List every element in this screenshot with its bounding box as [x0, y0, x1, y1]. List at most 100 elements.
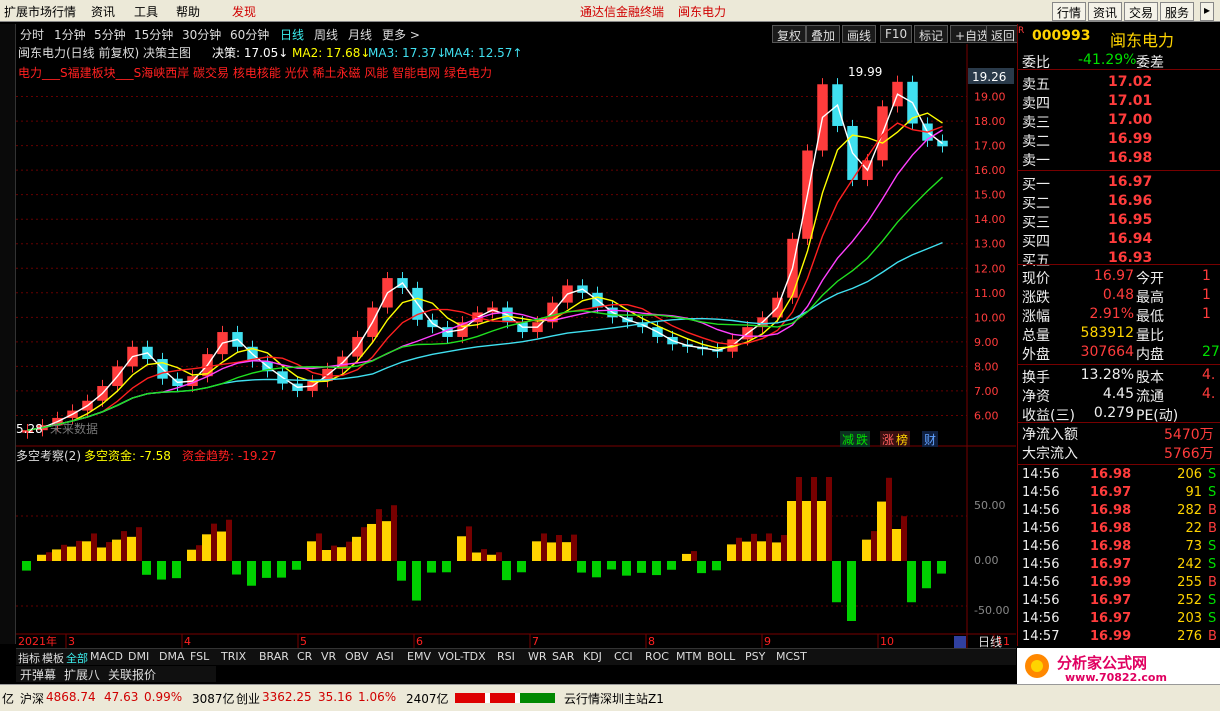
draw-button[interactable]: 画线	[842, 25, 877, 43]
indicator-bar	[592, 561, 601, 578]
badge-finance[interactable]: 财	[924, 433, 936, 447]
stat-label2: 最低	[1136, 309, 1164, 325]
indicator-tab[interactable]: MACD	[90, 650, 123, 663]
time-axis-period[interactable]: 日线	[978, 635, 1002, 649]
bid-price[interactable]: 16.96	[1108, 193, 1152, 209]
period-15m[interactable]: 15分钟	[134, 26, 173, 43]
indicator-tab[interactable]: MCST	[776, 650, 807, 663]
promo-stock[interactable]: 闽东电力	[678, 3, 726, 20]
month-label: 3	[68, 635, 75, 648]
indicator-tab[interactable]: VOL-TDX	[438, 650, 486, 663]
weibi-value: -41.29%	[1078, 52, 1137, 68]
trend-area	[481, 549, 487, 561]
indicator-tab[interactable]: ROC	[645, 650, 669, 663]
period-60m[interactable]: 60分钟	[230, 26, 269, 43]
price-axis-label: 11.00	[974, 287, 1006, 300]
danmaku-tab[interactable]: 开弹幕	[20, 666, 56, 683]
menu-item-help[interactable]: 帮助	[176, 3, 200, 20]
indicator-tab[interactable]: CCI	[614, 650, 633, 663]
ask-price[interactable]: 17.02	[1108, 74, 1152, 90]
tick-volume: 255	[1177, 575, 1202, 590]
period-30m[interactable]: 30分钟	[182, 26, 221, 43]
mark-button[interactable]: 标记	[914, 25, 949, 43]
indicator-tab[interactable]: WR	[528, 650, 547, 663]
related-quote-tab[interactable]: 关联报价	[108, 666, 156, 683]
indicator-tab[interactable]: RSI	[497, 650, 515, 663]
stat-value2: 1	[1202, 306, 1211, 322]
logo-text: 分析家公式网	[1057, 654, 1147, 672]
sys-button-quote[interactable]: 行情	[1052, 2, 1087, 21]
server-name[interactable]: 云行情深圳主站Z1	[564, 690, 664, 707]
trend-area	[91, 533, 97, 561]
ask-price[interactable]: 16.99	[1108, 131, 1152, 147]
stat-label: 现价	[1022, 271, 1050, 287]
cy-label[interactable]: 创业	[236, 690, 260, 707]
indicator-tab[interactable]: TRIX	[221, 650, 246, 663]
indicator-tab[interactable]: SAR	[552, 650, 574, 663]
indicator-tab[interactable]: DMA	[159, 650, 185, 663]
menu-item-news[interactable]: 资讯	[91, 3, 115, 20]
indicator-bar	[547, 542, 556, 561]
period-tick[interactable]: 分时	[20, 26, 44, 43]
sys-button-news[interactable]: 资讯	[1088, 2, 1123, 21]
period-more[interactable]: 更多 >	[382, 26, 420, 43]
indicator-tab[interactable]: VR	[321, 650, 336, 663]
bid-price[interactable]: 16.94	[1108, 231, 1152, 247]
indicator-tab[interactable]: OBV	[345, 650, 368, 663]
trend-area	[736, 537, 742, 561]
bid-price[interactable]: 16.97	[1108, 174, 1152, 190]
scroll-right-icon[interactable]: ▸	[1200, 2, 1215, 21]
indicator-tab[interactable]: 全部	[66, 650, 88, 666]
menu-item-discover[interactable]: 发现	[232, 3, 256, 20]
concept-tags[interactable]: 电力___S福建板块___S海峡西岸 碳交易 核电核能 光伏 稀土永磁 风能 智…	[18, 65, 492, 80]
ask-price[interactable]: 17.01	[1108, 93, 1152, 109]
indicator-tab[interactable]: CR	[297, 650, 312, 663]
indicator-tab[interactable]: PSY	[745, 650, 765, 663]
badge-reduce[interactable]: 减	[842, 433, 854, 447]
indicator-tab[interactable]: 指标	[18, 650, 40, 666]
indicator-bars	[22, 477, 946, 621]
ma4-value: MA4: 12.57↑	[444, 46, 522, 60]
period-daily[interactable]: 日线	[280, 26, 304, 43]
period-monthly[interactable]: 月线	[348, 26, 372, 43]
back-button[interactable]: 返回	[986, 25, 1021, 43]
menu-item-tools[interactable]: 工具	[134, 3, 158, 20]
adjust-button[interactable]: 复权	[772, 25, 807, 43]
ask-price[interactable]: 16.98	[1108, 150, 1152, 166]
period-weekly[interactable]: 周线	[314, 26, 338, 43]
sh-label[interactable]: 沪深	[20, 690, 44, 707]
ext8-tab[interactable]: 扩展八	[64, 666, 100, 683]
indicator-tab[interactable]: BRAR	[259, 650, 289, 663]
trend-area	[691, 551, 697, 561]
period-1m[interactable]: 1分钟	[54, 26, 86, 43]
overlay-button[interactable]: 叠加	[806, 25, 841, 43]
trend-area	[496, 552, 502, 561]
badge-rank[interactable]: 榜	[896, 432, 908, 447]
decision-value: 决策: 17.05↓	[212, 46, 288, 60]
indicator-tab[interactable]: DMI	[128, 650, 149, 663]
kline-chart[interactable]: 闽东电力(日线 前复权) 决策主图 决策: 17.05↓ MA2: 17.68↓…	[16, 44, 1016, 656]
indicator-tab[interactable]: BOLL	[707, 650, 735, 663]
ask-price[interactable]: 17.00	[1108, 112, 1152, 128]
indicator-tab[interactable]: KDJ	[583, 650, 602, 663]
indicator-name: 多空考察(2)	[16, 449, 81, 463]
sys-button-trade[interactable]: 交易	[1124, 2, 1159, 21]
tick-volume: 242	[1177, 557, 1202, 572]
period-5m[interactable]: 5分钟	[94, 26, 126, 43]
indicator-tab[interactable]: FSL	[190, 650, 209, 663]
indicator-bar	[37, 554, 46, 561]
sys-button-service[interactable]: 服务	[1160, 2, 1195, 21]
menu-item-extended[interactable]: 扩展市场行情	[4, 3, 76, 20]
indicator-bar	[757, 541, 766, 561]
stat-label: 换手	[1022, 370, 1050, 386]
bid-price[interactable]: 16.95	[1108, 212, 1152, 228]
indicator-tab[interactable]: MTM	[676, 650, 702, 663]
sh-index: 4868.74	[46, 690, 96, 704]
indicator-tab[interactable]: ASI	[376, 650, 394, 663]
f10-button[interactable]: F10	[880, 25, 913, 43]
indicator-tab[interactable]: 模板	[42, 650, 64, 666]
tick-time: 14:56	[1022, 467, 1060, 482]
badge-fall[interactable]: 跌	[856, 432, 868, 447]
indicator-tab[interactable]: EMV	[407, 650, 431, 663]
badge-rise[interactable]: 涨	[882, 432, 894, 447]
